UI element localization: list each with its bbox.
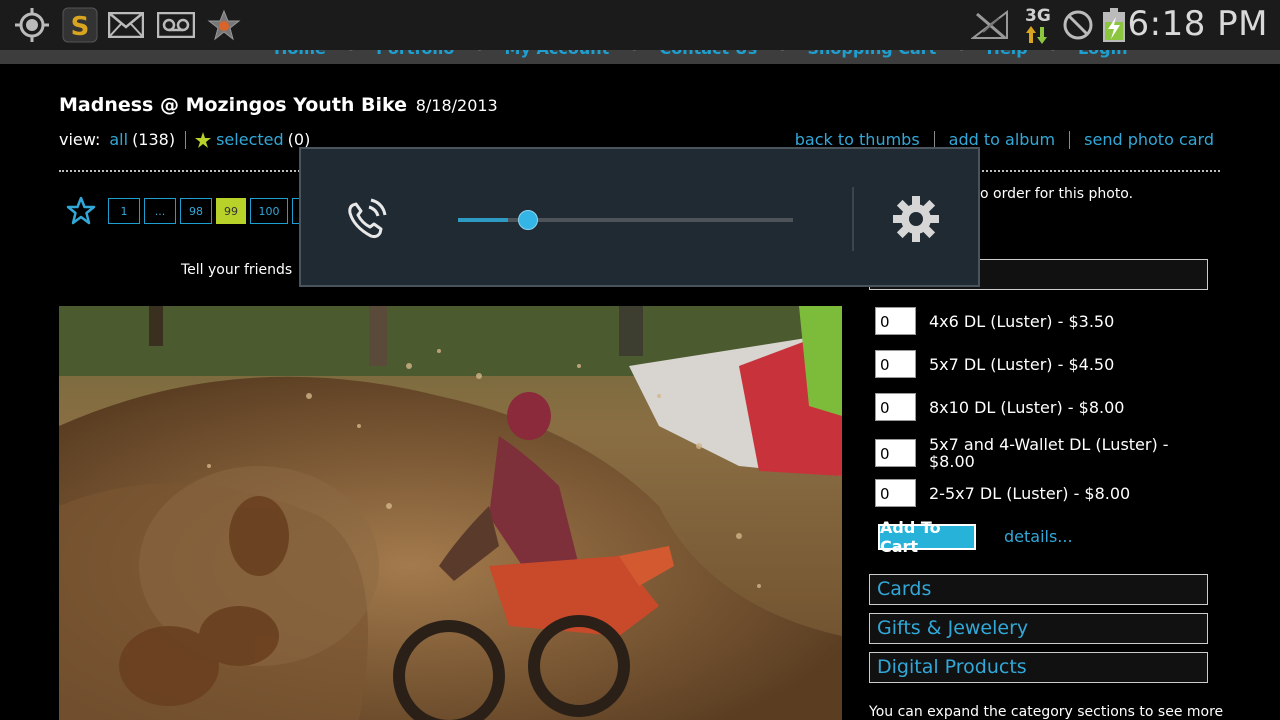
order-hint: o order for this photo. (980, 186, 1134, 202)
nav-home[interactable]: Home (274, 50, 326, 58)
print-option-label: 8x10 DL (Luster) - $8.00 (929, 397, 1125, 417)
page-button-active[interactable]: 99 (216, 198, 246, 224)
print-option-row: 0 4x6 DL (Luster) - $3.50 (875, 307, 1169, 335)
quantity-input[interactable]: 0 (875, 307, 916, 335)
gear-icon[interactable] (892, 195, 940, 247)
status-bar: S 3G 6:18 PM (0, 0, 1280, 50)
nav-separator: • (346, 50, 356, 58)
app-s-icon: S (61, 6, 99, 44)
view-label: view: (59, 130, 101, 149)
nav-separator: • (777, 50, 787, 58)
send-photo-card-link[interactable]: send photo card (1084, 130, 1214, 149)
nav-help[interactable]: Help (987, 50, 1028, 58)
nav-contact-us[interactable]: Contact Us (659, 50, 757, 58)
nav-my-account[interactable]: My Account (505, 50, 610, 58)
site-nav: Home • Portfolio • My Account • Contact Us •… (0, 50, 1280, 64)
page-button[interactable]: 1 (108, 198, 140, 224)
do-not-disturb-icon (1060, 6, 1096, 44)
add-to-cart-button[interactable]: Add To Cart (878, 518, 976, 556)
print-option-row: 0 2-5x7 DL (Luster) - $8.00 (875, 479, 1169, 507)
expand-hint: You can expand the category sections to … (869, 704, 1224, 720)
gallery-title: Madness @ Mozingos Youth Bike (59, 94, 408, 116)
view-all-link[interactable]: all (109, 130, 128, 149)
all-count: (138) (132, 130, 176, 149)
view-selected-link[interactable]: selected (216, 130, 284, 149)
divider (933, 130, 935, 149)
tell-friends-label: Tell your friends (181, 262, 293, 278)
print-option-label: 2-5x7 DL (Luster) - $8.00 (929, 483, 1131, 503)
signal-off-icon (970, 6, 1010, 44)
print-option-row: 0 5x7 and 4-Wallet DL (Luster) - $8.00 (875, 436, 1169, 470)
category-gifts-jewelery[interactable]: Gifts & Jewelery (869, 613, 1208, 644)
divider (185, 130, 187, 149)
main-photo[interactable] (59, 306, 842, 720)
phone-ring-icon[interactable] (345, 197, 389, 245)
gallery-date: 8/18/2013 (415, 96, 498, 115)
favorite-star-icon[interactable] (66, 196, 96, 226)
voicemail-icon (156, 6, 196, 44)
page-button[interactable]: 98 (180, 198, 212, 224)
print-option-label: 5x7 DL (Luster) - $4.50 (929, 354, 1115, 374)
print-option-row: 0 8x10 DL (Luster) - $8.00 (875, 393, 1169, 421)
star-app-icon (206, 6, 242, 44)
divider (1069, 130, 1071, 149)
page-button[interactable]: 100 (250, 198, 288, 224)
volume-slider-fill (458, 218, 508, 222)
volume-slider[interactable] (458, 210, 793, 230)
divider (852, 187, 854, 251)
pager: 1 ... 98 99 100 ... (66, 196, 328, 226)
page-ellipsis[interactable]: ... (144, 198, 176, 224)
nav-shopping-cart[interactable]: Shopping Cart (808, 50, 937, 58)
view-filter: view: all (138) selected (0) (59, 130, 310, 149)
battery-charging-icon (1100, 6, 1128, 44)
nav-separator: • (629, 50, 639, 58)
quantity-input[interactable]: 0 (875, 393, 916, 421)
data-activity-icon (1026, 26, 1048, 44)
print-option-label: 5x7 and 4-Wallet DL (Luster) - $8.00 (929, 435, 1169, 471)
nav-portfolio[interactable]: Portfolio (376, 50, 454, 58)
print-option-row: 0 5x7 DL (Luster) - $4.50 (875, 350, 1169, 378)
category-cards[interactable]: Cards (869, 574, 1208, 605)
details-link[interactable]: details... (1004, 527, 1073, 546)
nav-login[interactable]: Login (1078, 50, 1128, 58)
nav-separator: • (1048, 50, 1058, 58)
mail-icon (107, 6, 145, 44)
volume-slider-thumb[interactable] (518, 210, 538, 230)
quantity-input[interactable]: 0 (875, 479, 916, 507)
network-type: 3G (1025, 6, 1051, 26)
nav-separator: • (956, 50, 966, 58)
quantity-input[interactable]: 0 (875, 350, 916, 378)
gps-icon (12, 6, 52, 44)
clock: 6:18 PM (1127, 4, 1268, 44)
selected-star-icon (194, 131, 212, 149)
category-digital-products[interactable]: Digital Products (869, 652, 1208, 683)
volume-panel (299, 147, 980, 287)
quantity-input[interactable]: 0 (875, 439, 916, 467)
page-title: Madness @ Mozingos Youth Bike 8/18/2013 (59, 94, 498, 116)
print-option-label: 4x6 DL (Luster) - $3.50 (929, 311, 1115, 331)
nav-separator: • (474, 50, 484, 58)
svg-text:S: S (71, 12, 90, 42)
